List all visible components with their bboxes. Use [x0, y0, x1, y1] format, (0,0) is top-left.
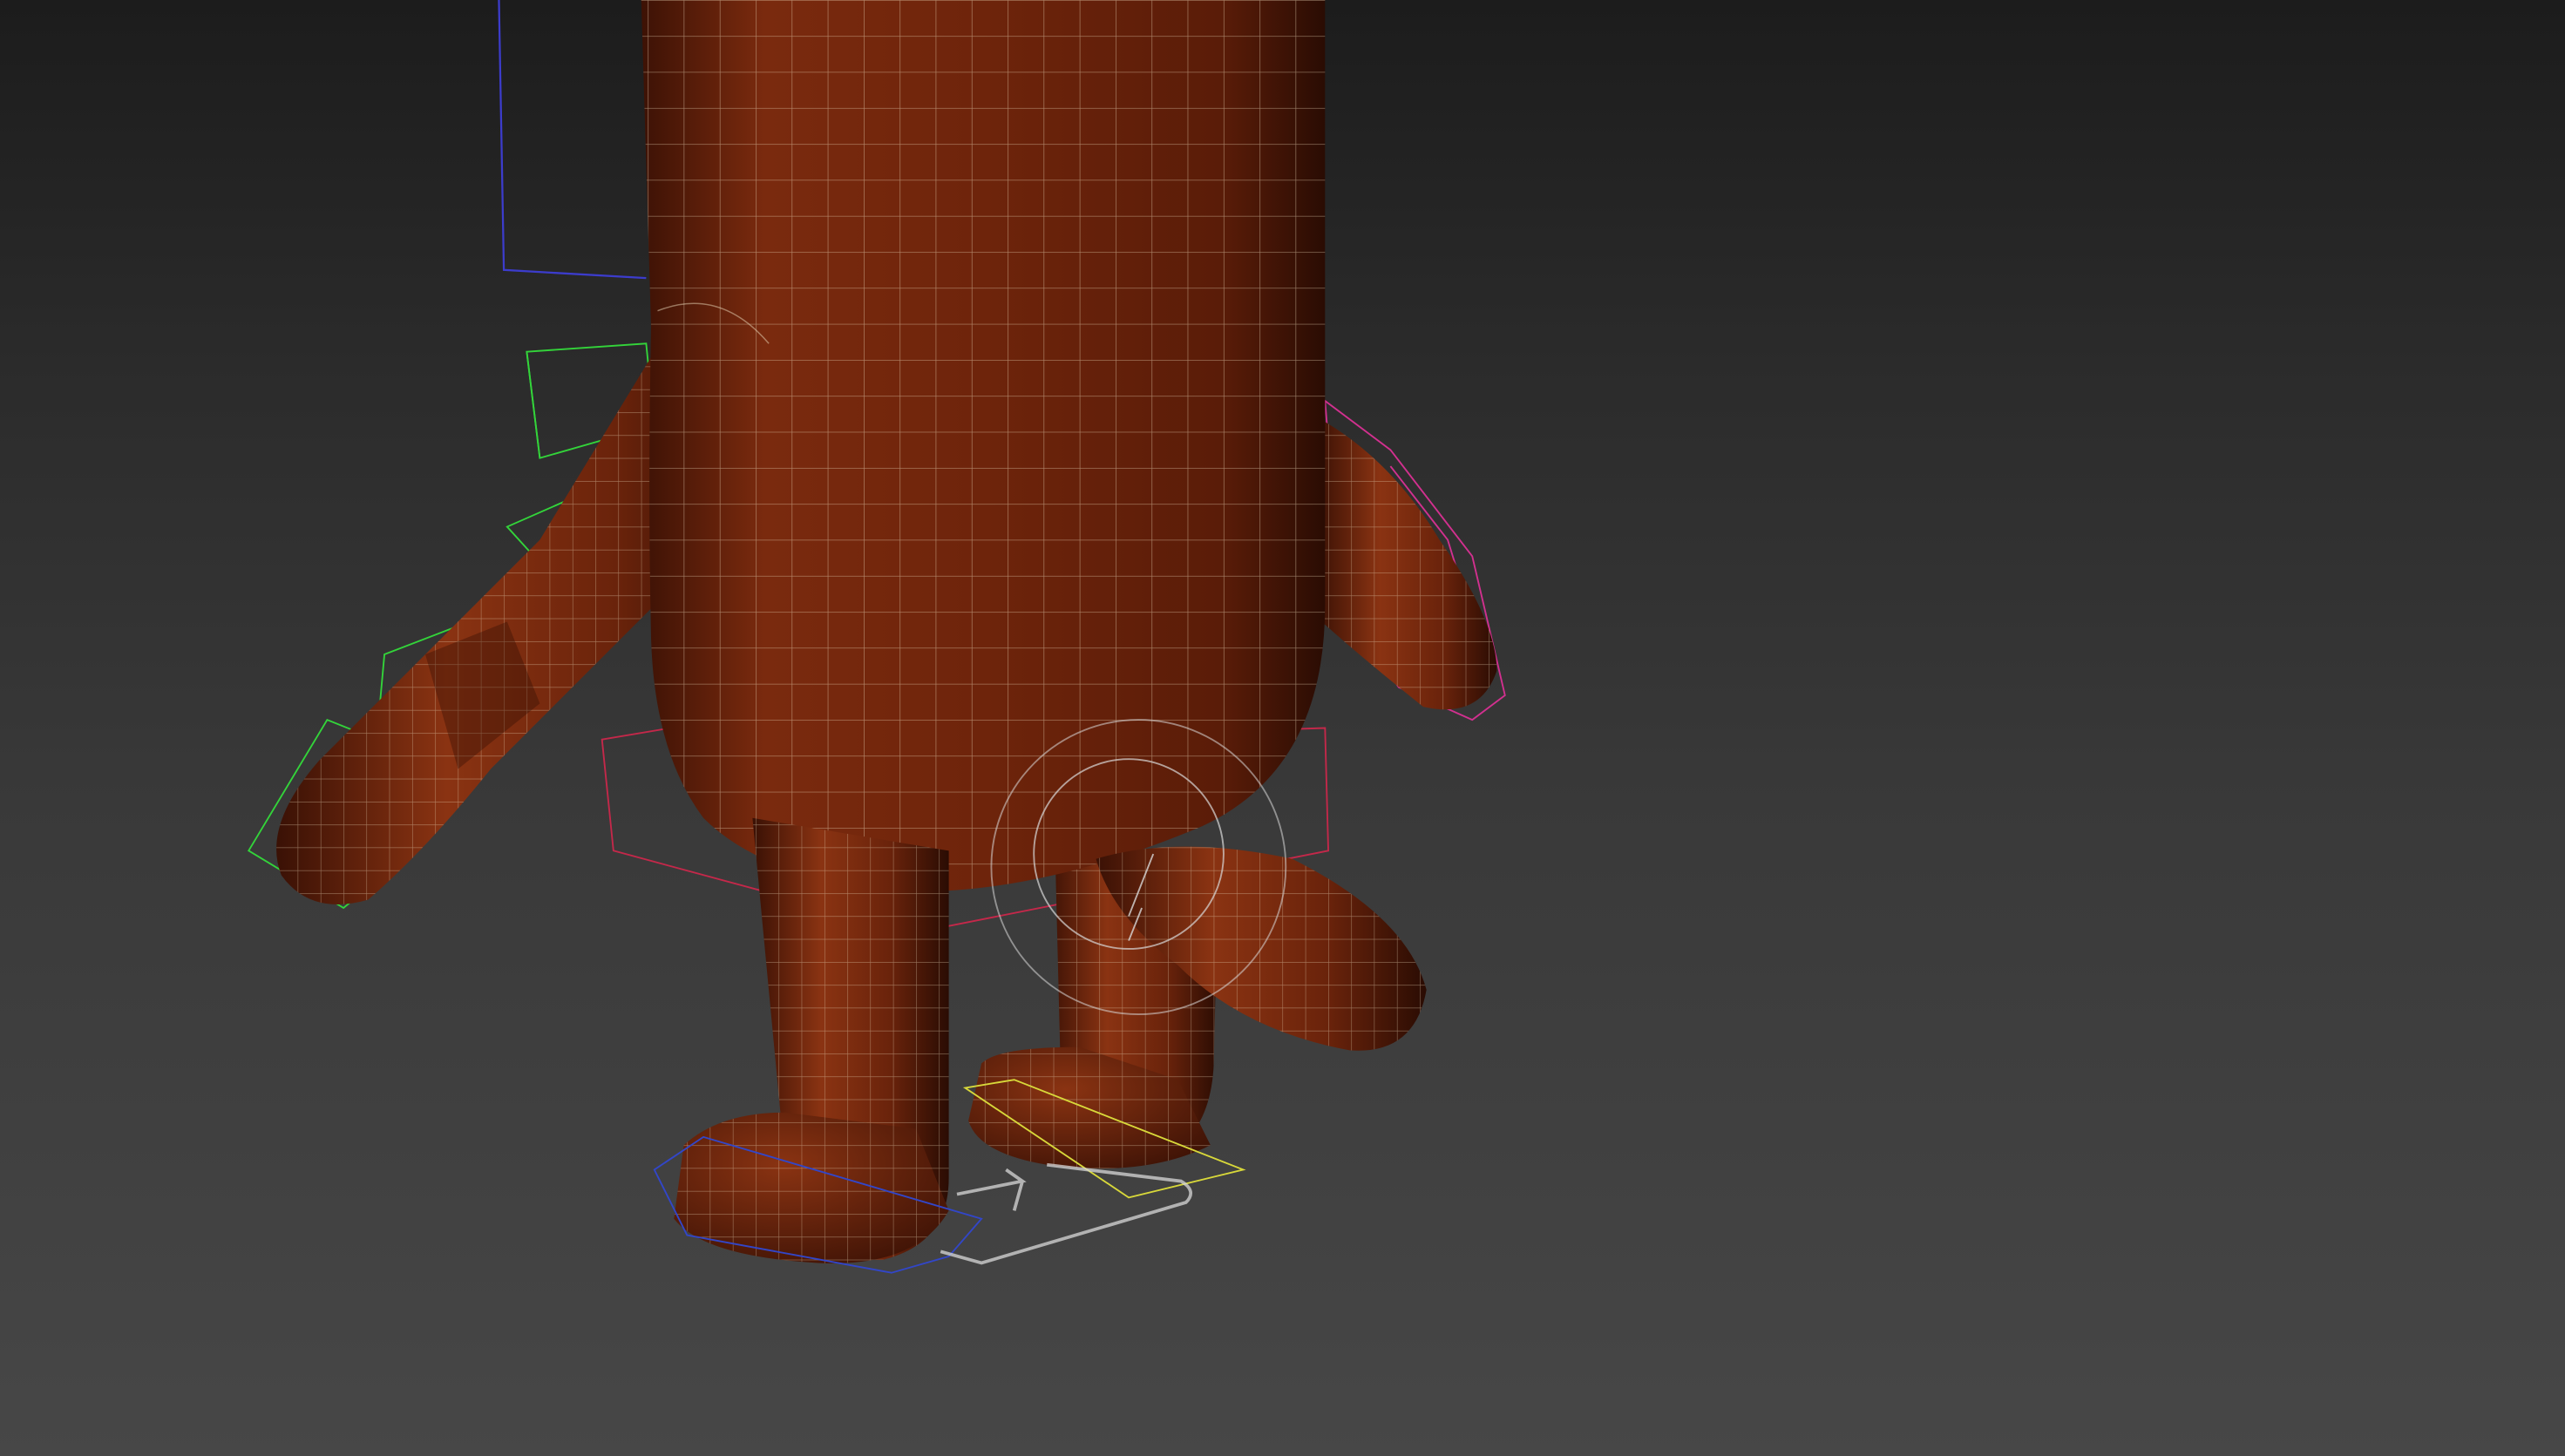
master-control[interactable] [940, 1162, 1193, 1265]
3d-viewport[interactable] [0, 0, 2565, 1456]
body [641, 0, 1326, 892]
right-arm [1316, 416, 1497, 710]
spine-control[interactable] [498, 0, 647, 280]
viewport-scene[interactable] [0, 0, 2565, 1456]
